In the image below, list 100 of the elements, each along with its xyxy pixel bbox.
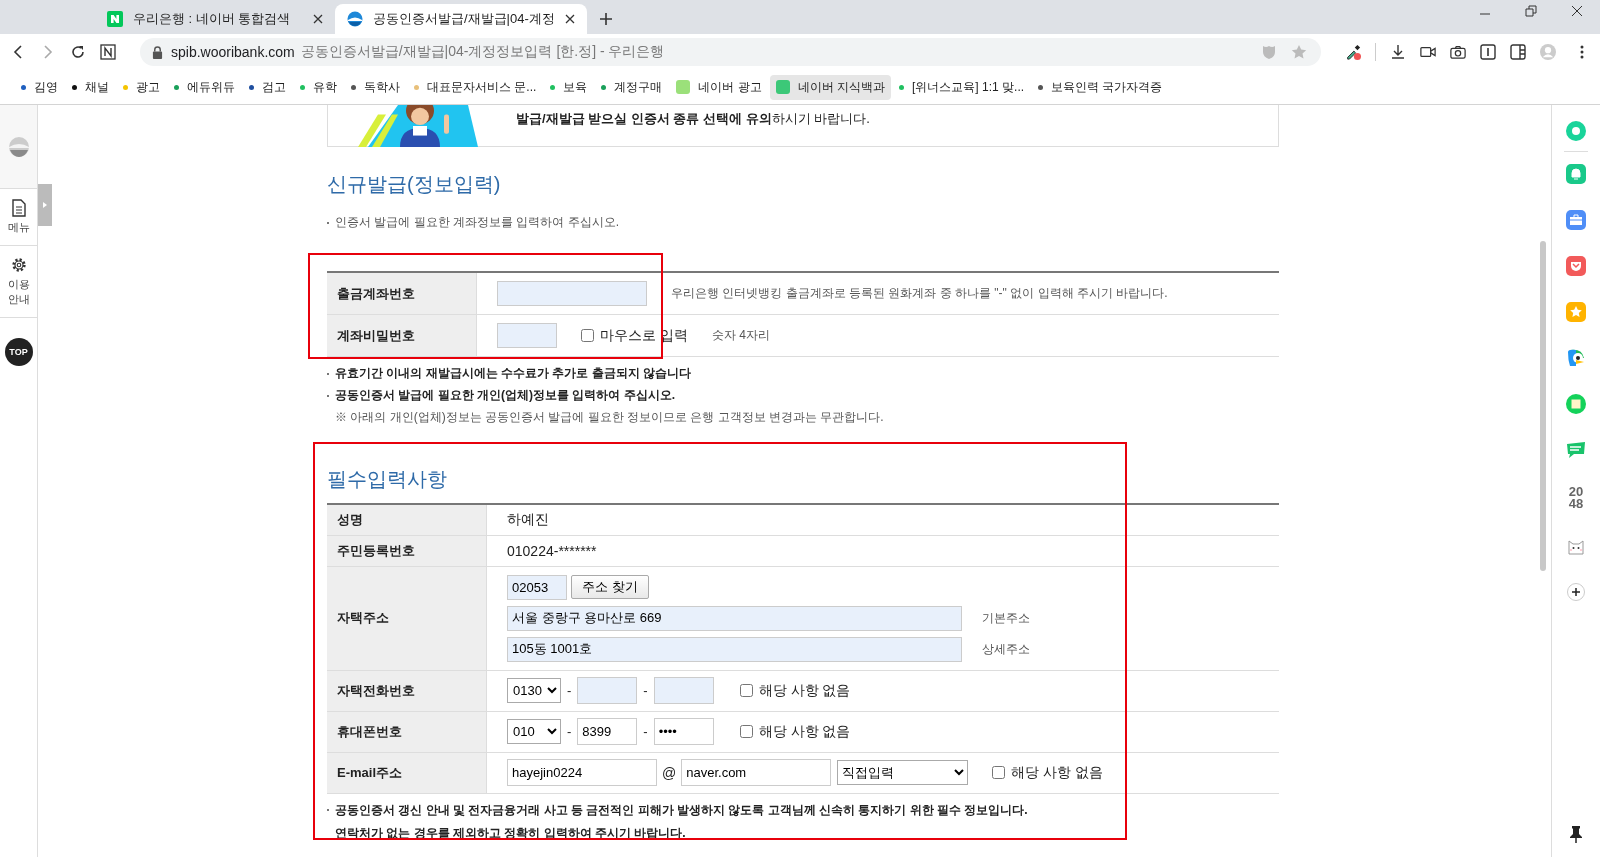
bookmark[interactable]: 네이버 광고 bbox=[670, 74, 768, 100]
checkbox[interactable] bbox=[739, 725, 753, 738]
at-sign-text: @ bbox=[662, 764, 677, 781]
checkbox[interactable] bbox=[992, 766, 1006, 779]
scrollbar-thumb[interactable] bbox=[1540, 241, 1546, 571]
game-label[interactable]: 2048 bbox=[1567, 486, 1585, 511]
lock-icon bbox=[152, 45, 163, 59]
separator-text: - bbox=[567, 683, 572, 698]
postcode-field[interactable]: 02053 bbox=[507, 574, 567, 600]
note-text: 공동인증서 갱신 안내 및 전자금융거래 사고 등 금전적인 피해가 발생하지 않도록 고객님께 신속히 통지하기 위한 필수 정보입니다. bbox=[335, 801, 1028, 819]
row-label: 자택전화번호 bbox=[327, 670, 487, 711]
bird-icon[interactable] bbox=[1566, 348, 1586, 368]
bookmark[interactable]: 대표문자서비스 문... bbox=[408, 74, 543, 100]
select-field[interactable]: 010 bbox=[507, 719, 561, 744]
n-square-icon[interactable] bbox=[100, 44, 116, 60]
close-icon[interactable] bbox=[313, 14, 323, 24]
reload-icon[interactable] bbox=[70, 44, 86, 60]
pin-icon[interactable] bbox=[1569, 825, 1583, 843]
sphere-icon[interactable] bbox=[8, 136, 29, 157]
note-text: 공동인증서 발급에 필요한 개인(업체)정보를 입력하여 주십시오. bbox=[335, 387, 675, 404]
hint-text: 숫자 4자리 bbox=[711, 327, 770, 344]
camera-icon[interactable] bbox=[1450, 44, 1466, 60]
sidebar-icon[interactable] bbox=[1510, 44, 1526, 60]
bookmark[interactable]: 채널 bbox=[66, 74, 115, 100]
sidebar-label: 이용 안내 bbox=[6, 277, 31, 307]
download-icon[interactable] bbox=[1390, 44, 1406, 60]
sidebar-item[interactable]: 메뉴 bbox=[0, 189, 37, 246]
sidebar-label: 메뉴 bbox=[6, 220, 31, 235]
bookmark[interactable]: 네이버 지식백과 bbox=[769, 74, 892, 100]
bookmark[interactable]: 검고 bbox=[243, 74, 292, 100]
select-field[interactable]: 직접입력 bbox=[837, 760, 969, 785]
row-label: E-mail주소 bbox=[327, 752, 487, 793]
sidebar-item[interactable]: 이용 안내 bbox=[0, 246, 37, 318]
url-domain: spib.wooribank.com bbox=[171, 44, 295, 60]
input-field[interactable]: hayejin0224 bbox=[507, 759, 657, 786]
input-field[interactable] bbox=[653, 677, 714, 704]
row-label: 출금계좌번호 bbox=[327, 272, 477, 315]
bookmark[interactable]: [위너스교육] 1:1 맞... bbox=[893, 74, 1031, 100]
row-label: 주민등록번호 bbox=[327, 535, 487, 566]
instruction-text: 인증서 발급에 필요한 계좌정보를 입력하여 주십시오. bbox=[335, 214, 619, 231]
checkbox[interactable] bbox=[739, 684, 753, 697]
globe-logo-icon bbox=[347, 11, 363, 27]
row-label: 계좌비밀번호 bbox=[327, 314, 477, 357]
video-camera-icon[interactable] bbox=[1420, 44, 1436, 60]
separator-text: - bbox=[567, 724, 572, 739]
star-icon[interactable] bbox=[1291, 44, 1307, 60]
bookmark[interactable]: 유학 bbox=[294, 74, 343, 100]
input-field[interactable] bbox=[497, 281, 647, 306]
hint-text: 우리은행 인터넷뱅킹 출금계좌로 등록된 원화계좌 중 하나를 "-" 없이 입력해 주시기 바랍니다. bbox=[671, 285, 1168, 302]
pocket-icon[interactable] bbox=[1566, 256, 1586, 276]
section-title: 신규발급(정보입력) bbox=[327, 172, 502, 197]
address-detail-field[interactable]: 105동 1001호 bbox=[507, 636, 962, 662]
input-field[interactable] bbox=[577, 677, 638, 704]
n-logo-icon bbox=[107, 11, 123, 27]
field-value: 010224-******* bbox=[507, 542, 597, 559]
address-field[interactable]: 서울 중랑구 용마산로 669 bbox=[507, 605, 962, 631]
bookmark[interactable]: 보육 bbox=[544, 74, 594, 100]
plus-icon[interactable] bbox=[598, 12, 613, 26]
checkbox[interactable] bbox=[581, 329, 594, 342]
note-text: ※ 아래의 개인(업체)정보는 공동인증서 발급에 필요한 정보이므로 은행 고객정보 변경과는 무관합니다. bbox=[335, 409, 884, 426]
settings-icon bbox=[10, 256, 27, 274]
select-field[interactable]: 0130 bbox=[507, 678, 561, 703]
bookmark[interactable]: 김영 bbox=[15, 74, 64, 100]
browser-tab[interactable]: 우리은행 : 네이버 통합검색 bbox=[95, 4, 335, 34]
row-label: 성명 bbox=[327, 504, 487, 535]
page-title: 공동인증서발급/재발급|04-계정정보입력 [한.정] - 우리은행 bbox=[300, 43, 665, 61]
speech-bubble-icon[interactable] bbox=[1566, 440, 1586, 460]
field-value: 하예진 bbox=[507, 510, 549, 527]
checkbox-label: 해당 사항 없음 bbox=[758, 681, 851, 700]
checkbox-label: 해당 사항 없음 bbox=[758, 722, 851, 741]
close-icon[interactable] bbox=[1571, 5, 1583, 17]
bookmark[interactable]: 광고 bbox=[117, 74, 166, 100]
restore-icon[interactable] bbox=[1525, 5, 1537, 17]
briefcase-icon[interactable] bbox=[1566, 210, 1586, 230]
checkbox-label: 해당 사항 없음 bbox=[1011, 763, 1103, 782]
input-field[interactable]: 8399 bbox=[577, 718, 638, 745]
bookmark[interactable]: 계정구매 bbox=[595, 74, 669, 100]
separator-text: - bbox=[643, 724, 648, 739]
address-bar[interactable]: spib.wooribank.com 공동인증서발급/재발급|04-계정정보입력 [한.정] - 우리은행 bbox=[140, 38, 1321, 66]
top-button[interactable]: TOP bbox=[4, 338, 33, 366]
expand-handle[interactable] bbox=[38, 184, 52, 226]
bookmark[interactable]: 보육인력 국가자격증 bbox=[1032, 74, 1169, 100]
bookmark[interactable]: 에듀위듀 bbox=[168, 74, 241, 100]
bookmark[interactable]: 독학사 bbox=[345, 74, 406, 100]
field-hint: 기본주소 bbox=[982, 609, 1030, 627]
close-icon[interactable] bbox=[564, 14, 575, 24]
browser-tab[interactable]: 공동인증서발급/재발급|04-계정 bbox=[335, 4, 587, 34]
row-label: 휴대폰번호 bbox=[327, 711, 487, 752]
address-search-button[interactable]: 주소 찾기 bbox=[571, 575, 649, 599]
section-title: 필수입력사항 bbox=[327, 467, 448, 492]
text-cursor-icon[interactable] bbox=[1480, 44, 1496, 60]
input-field[interactable]: naver.com bbox=[681, 759, 832, 786]
note-text: 유효기간 이내의 재발급시에는 수수료가 추가로 출금되지 않습니다 bbox=[335, 365, 691, 382]
separator-text: - bbox=[643, 683, 648, 698]
input-field[interactable]: •••• bbox=[653, 718, 714, 745]
field-hint: 상세주소 bbox=[982, 640, 1030, 658]
password-field[interactable] bbox=[497, 323, 557, 348]
document-icon bbox=[10, 199, 27, 217]
notice-text: 발급/재발급 받으실 인증서 종류 선택에 유의하시기 바랍니다. bbox=[516, 110, 870, 128]
eyedropper-icon[interactable] bbox=[1345, 44, 1361, 60]
